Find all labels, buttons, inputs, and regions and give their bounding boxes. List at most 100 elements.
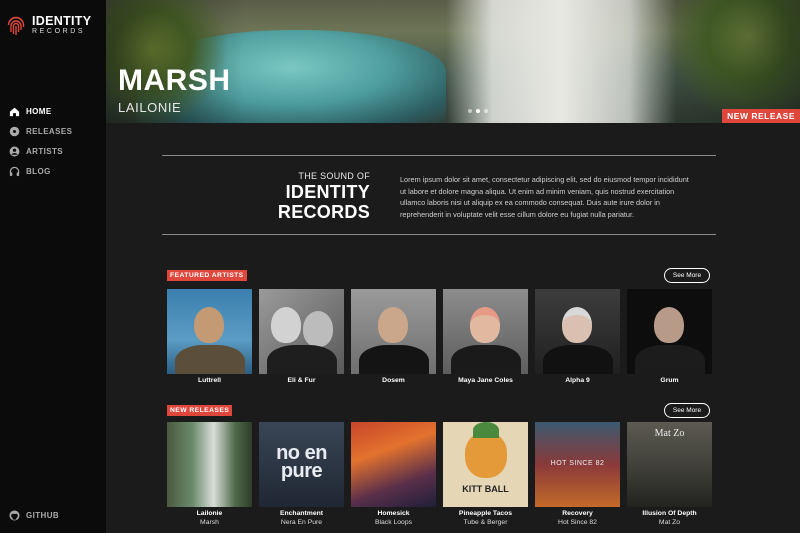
release-title: Recovery [562,510,593,517]
artist-name: Eli & Fur [287,377,316,384]
brand-logo[interactable]: IDENTITY RECORDS [6,14,91,36]
app-root: IDENTITY RECORDS HOME RELEASES ARTISTS B… [0,0,800,533]
github-link[interactable]: GITHUB [9,510,59,521]
featured-artists-grid: Luttrell Eli & Fur Dosem Maya Jane Coles [167,289,712,386]
release-cover-fruit [465,432,507,478]
carousel-dot-3[interactable] [484,109,488,113]
release-cover-text: Mat Zo [654,428,685,439]
release-cover-text: KITT BALL [462,484,509,494]
artist-card[interactable]: Maya Jane Coles [443,289,528,386]
github-label: GITHUB [26,511,60,520]
release-artist: Mat Zo [658,518,681,526]
release-cover: Mat Zo [627,422,712,507]
fingerprint-icon [7,16,25,35]
headphones-icon [9,166,20,176]
artist-card[interactable]: Luttrell [167,289,252,386]
artist-face [194,307,224,343]
nav-item-blog[interactable]: BLOG [9,161,72,181]
carousel-dots [468,109,488,113]
artist-card[interactable]: Dosem [351,289,436,386]
carousel-dot-2[interactable] [476,109,480,113]
featured-artists-label: FEATURED ARTISTS [167,270,247,281]
brand-title: IDENTITY [32,13,92,28]
release-title: Lailonie [196,510,223,517]
disc-icon [9,126,20,136]
intro-heading: THE SOUND OF IDENTITY RECORDS [162,171,370,222]
artist-face [654,307,684,343]
release-title: Illusion Of Depth [642,510,697,517]
artist-face [470,307,500,343]
artist-body [543,345,613,374]
artist-card[interactable]: Alpha 9 [535,289,620,386]
nav-item-home[interactable]: HOME [9,101,72,121]
intro-line-1: IDENTITY [285,182,370,202]
artist-body [635,345,705,374]
artist-body [175,345,245,374]
user-icon [9,146,20,156]
release-cover: HOT SINCE 82 [535,422,620,507]
release-card[interactable]: HOT SINCE 82 Recovery Hot Since 82 [535,422,620,527]
release-artist: Black Loops [374,518,413,526]
hero-subtitle: LAILONIE [118,100,182,115]
artist-body [359,345,429,374]
release-artist: Nera En Pure [280,518,323,526]
release-cover-text: HOT SINCE 82 [550,460,605,467]
featured-see-more-button[interactable]: See More [664,268,710,283]
release-cover [351,422,436,507]
new-releases-grid: Lailonie Marsh no en pure Enchantment Ne… [167,422,712,527]
release-card[interactable]: Lailonie Marsh [167,422,252,527]
new-releases-label: NEW RELEASES [167,405,233,416]
artist-name: Dosem [382,377,405,384]
release-cover [167,422,252,507]
artist-photo [259,289,344,374]
artist-face [378,307,408,343]
release-artist: Tube & Berger [463,518,508,526]
artist-face [271,307,301,343]
artist-name: Luttrell [197,377,222,384]
intro-line-2: RECORDS [277,202,370,222]
artist-photo [351,289,436,374]
intro-pre: THE SOUND OF [298,171,370,181]
nav-label-releases: RELEASES [26,126,73,136]
hero-banner[interactable]: MARSH LAILONIE NEW RELEASE [106,0,800,123]
artist-card[interactable]: Grum [627,289,712,386]
home-icon [9,107,20,116]
release-title: Enchantment [279,510,324,517]
artist-name: Maya Jane Coles [458,377,513,384]
main-nav: HOME RELEASES ARTISTS BLOG [9,101,72,181]
intro-body: Lorem ipsum dolor sit amet, consectetur … [400,175,689,219]
nav-label-blog: BLOG [26,166,51,176]
release-cover: no en pure [259,422,344,507]
release-title: Homesick [377,510,410,517]
artist-photo [443,289,528,374]
artist-photo [535,289,620,374]
github-icon [9,510,20,521]
release-artist: Hot Since 82 [558,518,597,526]
artist-body [267,345,337,374]
release-card[interactable]: no en pure Enchantment Nera En Pure [259,422,344,527]
carousel-dot-1[interactable] [468,109,472,113]
artist-face [303,311,333,347]
nav-label-home: HOME [26,106,52,116]
brand-subtitle: RECORDS [32,28,86,36]
hero-title: MARSH [118,64,231,97]
artist-name: Alpha 9 [565,377,590,384]
release-card[interactable]: Mat Zo Illusion Of Depth Mat Zo [627,422,712,527]
intro-section: THE SOUND OF IDENTITY RECORDS Lorem ipsu… [162,155,716,235]
artist-photo [627,289,712,374]
release-artist: Marsh [200,518,219,526]
release-cover-leaves [473,422,499,438]
artist-face [562,307,592,343]
nav-label-artists: ARTISTS [26,146,64,156]
new-release-badge: NEW RELEASE [722,109,800,123]
nav-item-releases[interactable]: RELEASES [9,121,72,141]
sidebar: IDENTITY RECORDS HOME RELEASES ARTISTS B… [0,0,106,533]
artist-card[interactable]: Eli & Fur [259,289,344,386]
artist-name: Grum [660,377,679,384]
nav-item-artists[interactable]: ARTISTS [9,141,72,161]
releases-see-more-button[interactable]: See More [664,403,710,418]
release-card[interactable]: KITT BALL Pineapple Tacos Tube & Berger [443,422,528,527]
release-title: Pineapple Tacos [458,510,513,517]
hero-art-shade [106,0,800,123]
release-card[interactable]: Homesick Black Loops [351,422,436,527]
